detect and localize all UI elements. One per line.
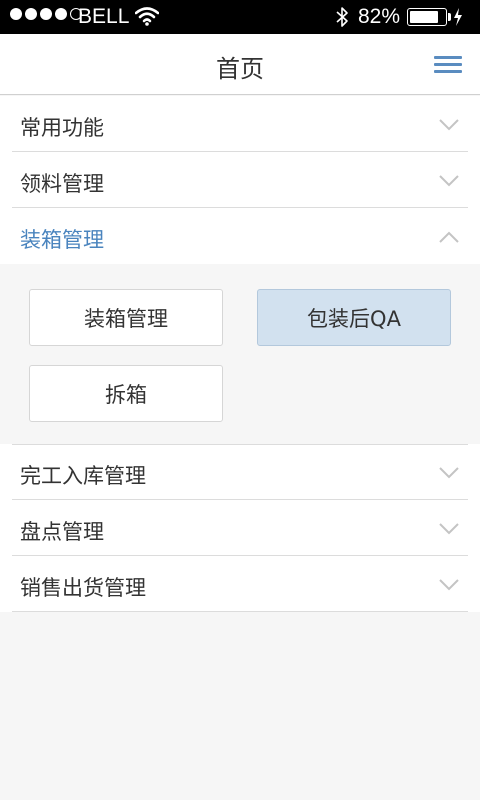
section-inventory-count[interactable]: 盘点管理 [0,500,480,556]
battery-cap [448,13,451,21]
section-label: 完工入库管理 [20,464,146,488]
section-label: 常用功能 [20,116,104,140]
bluetooth-icon [336,7,348,27]
chevron-down-icon [439,175,459,187]
hamburger-menu-icon[interactable] [434,54,464,76]
chevron-down-icon [439,523,459,535]
chevron-down-icon [439,119,459,131]
submenu-post-packing-qa-button[interactable]: 包装后QA [257,289,451,346]
chevron-up-icon [439,231,459,243]
page-title: 首页 [216,55,264,83]
section-label: 盘点管理 [20,520,104,544]
signal-strength-icon [10,8,82,20]
carrier-name: BELL [78,5,130,28]
status-bar: BELL 82% [0,0,480,34]
section-label: 销售出货管理 [20,576,146,600]
submenu-packing-management-button[interactable]: 装箱管理 [29,289,223,346]
submenu-unpacking-button[interactable]: 拆箱 [29,365,223,422]
section-label: 装箱管理 [20,228,104,252]
divider [12,611,468,612]
section-packing-management[interactable]: 装箱管理 [0,208,480,264]
section-sales-shipment[interactable]: 销售出货管理 [0,556,480,612]
section-label: 领料管理 [20,172,104,196]
divider [12,444,468,445]
chevron-down-icon [439,579,459,591]
nav-bar: 首页 [0,34,480,95]
section-completion-warehousing[interactable]: 完工入库管理 [0,444,480,500]
section-common-functions[interactable]: 常用功能 [0,96,480,152]
battery-icon [407,8,447,26]
section-material-requisition[interactable]: 领料管理 [0,152,480,208]
packing-submenu-panel: 装箱管理 包装后QA 拆箱 [0,264,480,444]
charging-bolt-icon [454,8,462,26]
menu-list: 常用功能 领料管理 装箱管理 装箱管理 包装后QA 拆箱 完工入库管理 盘点管理 [0,96,480,612]
battery-percent: 82% [358,5,401,28]
chevron-down-icon [439,467,459,479]
wifi-icon [135,7,159,26]
